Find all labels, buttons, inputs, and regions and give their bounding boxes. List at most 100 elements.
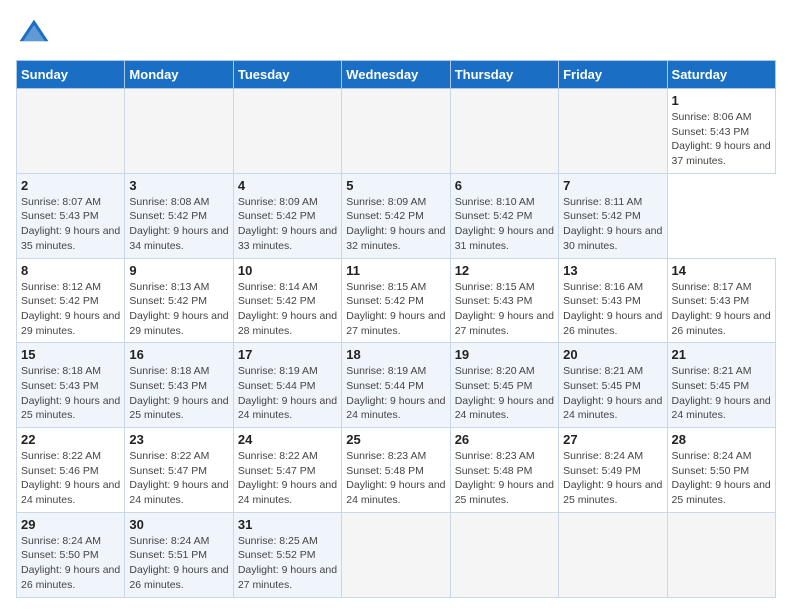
day-number: 10 <box>238 263 337 278</box>
day-info: Sunrise: 8:16 AMSunset: 5:43 PMDaylight:… <box>563 280 662 339</box>
day-number: 27 <box>563 432 662 447</box>
calendar-day: 31 Sunrise: 8:25 AMSunset: 5:52 PMDaylig… <box>233 512 341 597</box>
calendar-day: 9 Sunrise: 8:13 AMSunset: 5:42 PMDayligh… <box>125 258 233 343</box>
calendar-header-row: SundayMondayTuesdayWednesdayThursdayFrid… <box>17 61 776 89</box>
calendar-day: 23 Sunrise: 8:22 AMSunset: 5:47 PMDaylig… <box>125 428 233 513</box>
day-number: 29 <box>21 517 120 532</box>
calendar-day <box>559 512 667 597</box>
day-info: Sunrise: 8:15 AMSunset: 5:43 PMDaylight:… <box>455 280 554 339</box>
col-header-wednesday: Wednesday <box>342 61 450 89</box>
day-info: Sunrise: 8:19 AMSunset: 5:44 PMDaylight:… <box>346 364 445 423</box>
calendar-day: 21 Sunrise: 8:21 AMSunset: 5:45 PMDaylig… <box>667 343 775 428</box>
calendar-day: 17 Sunrise: 8:19 AMSunset: 5:44 PMDaylig… <box>233 343 341 428</box>
day-info: Sunrise: 8:07 AMSunset: 5:43 PMDaylight:… <box>21 195 120 254</box>
calendar-week-row: 1 Sunrise: 8:06 AMSunset: 5:43 PMDayligh… <box>17 89 776 174</box>
day-number: 12 <box>455 263 554 278</box>
calendar-day <box>450 512 558 597</box>
day-number: 18 <box>346 347 445 362</box>
day-info: Sunrise: 8:20 AMSunset: 5:45 PMDaylight:… <box>455 364 554 423</box>
calendar-day: 5 Sunrise: 8:09 AMSunset: 5:42 PMDayligh… <box>342 173 450 258</box>
day-number: 7 <box>563 178 662 193</box>
col-header-saturday: Saturday <box>667 61 775 89</box>
calendar-day: 1 Sunrise: 8:06 AMSunset: 5:43 PMDayligh… <box>667 89 775 174</box>
day-number: 9 <box>129 263 228 278</box>
calendar-day: 22 Sunrise: 8:22 AMSunset: 5:46 PMDaylig… <box>17 428 125 513</box>
calendar-day: 29 Sunrise: 8:24 AMSunset: 5:50 PMDaylig… <box>17 512 125 597</box>
day-number: 19 <box>455 347 554 362</box>
calendar-day: 25 Sunrise: 8:23 AMSunset: 5:48 PMDaylig… <box>342 428 450 513</box>
col-header-monday: Monday <box>125 61 233 89</box>
page-header <box>16 16 776 52</box>
day-number: 25 <box>346 432 445 447</box>
day-number: 13 <box>563 263 662 278</box>
calendar-day <box>667 512 775 597</box>
empty-cell <box>17 89 125 174</box>
day-info: Sunrise: 8:12 AMSunset: 5:42 PMDaylight:… <box>21 280 120 339</box>
day-info: Sunrise: 8:23 AMSunset: 5:48 PMDaylight:… <box>455 449 554 508</box>
col-header-friday: Friday <box>559 61 667 89</box>
empty-cell <box>342 89 450 174</box>
day-number: 17 <box>238 347 337 362</box>
logo <box>16 16 58 52</box>
day-info: Sunrise: 8:09 AMSunset: 5:42 PMDaylight:… <box>238 195 337 254</box>
calendar-day: 8 Sunrise: 8:12 AMSunset: 5:42 PMDayligh… <box>17 258 125 343</box>
col-header-tuesday: Tuesday <box>233 61 341 89</box>
day-number: 4 <box>238 178 337 193</box>
day-info: Sunrise: 8:22 AMSunset: 5:47 PMDaylight:… <box>129 449 228 508</box>
day-info: Sunrise: 8:14 AMSunset: 5:42 PMDaylight:… <box>238 280 337 339</box>
day-number: 3 <box>129 178 228 193</box>
day-info: Sunrise: 8:21 AMSunset: 5:45 PMDaylight:… <box>563 364 662 423</box>
calendar-day: 14 Sunrise: 8:17 AMSunset: 5:43 PMDaylig… <box>667 258 775 343</box>
day-number: 28 <box>672 432 771 447</box>
day-info: Sunrise: 8:13 AMSunset: 5:42 PMDaylight:… <box>129 280 228 339</box>
calendar-day: 18 Sunrise: 8:19 AMSunset: 5:44 PMDaylig… <box>342 343 450 428</box>
day-number: 30 <box>129 517 228 532</box>
calendar-day: 26 Sunrise: 8:23 AMSunset: 5:48 PMDaylig… <box>450 428 558 513</box>
day-info: Sunrise: 8:23 AMSunset: 5:48 PMDaylight:… <box>346 449 445 508</box>
day-number: 21 <box>672 347 771 362</box>
calendar-day: 19 Sunrise: 8:20 AMSunset: 5:45 PMDaylig… <box>450 343 558 428</box>
calendar-day: 6 Sunrise: 8:10 AMSunset: 5:42 PMDayligh… <box>450 173 558 258</box>
day-info: Sunrise: 8:21 AMSunset: 5:45 PMDaylight:… <box>672 364 771 423</box>
day-number: 24 <box>238 432 337 447</box>
calendar-day <box>342 512 450 597</box>
calendar-day: 2 Sunrise: 8:07 AMSunset: 5:43 PMDayligh… <box>17 173 125 258</box>
calendar-day: 30 Sunrise: 8:24 AMSunset: 5:51 PMDaylig… <box>125 512 233 597</box>
day-number: 22 <box>21 432 120 447</box>
day-info: Sunrise: 8:17 AMSunset: 5:43 PMDaylight:… <box>672 280 771 339</box>
empty-cell <box>450 89 558 174</box>
col-header-sunday: Sunday <box>17 61 125 89</box>
day-number: 6 <box>455 178 554 193</box>
day-number: 8 <box>21 263 120 278</box>
day-info: Sunrise: 8:06 AMSunset: 5:43 PMDaylight:… <box>672 110 771 169</box>
day-info: Sunrise: 8:22 AMSunset: 5:47 PMDaylight:… <box>238 449 337 508</box>
empty-cell <box>559 89 667 174</box>
day-number: 26 <box>455 432 554 447</box>
calendar-day: 10 Sunrise: 8:14 AMSunset: 5:42 PMDaylig… <box>233 258 341 343</box>
calendar-day: 11 Sunrise: 8:15 AMSunset: 5:42 PMDaylig… <box>342 258 450 343</box>
day-number: 11 <box>346 263 445 278</box>
calendar-day: 20 Sunrise: 8:21 AMSunset: 5:45 PMDaylig… <box>559 343 667 428</box>
day-info: Sunrise: 8:24 AMSunset: 5:51 PMDaylight:… <box>129 534 228 593</box>
calendar-day: 3 Sunrise: 8:08 AMSunset: 5:42 PMDayligh… <box>125 173 233 258</box>
calendar-week-row: 15 Sunrise: 8:18 AMSunset: 5:43 PMDaylig… <box>17 343 776 428</box>
calendar-day: 13 Sunrise: 8:16 AMSunset: 5:43 PMDaylig… <box>559 258 667 343</box>
logo-icon <box>16 16 52 52</box>
calendar-week-row: 29 Sunrise: 8:24 AMSunset: 5:50 PMDaylig… <box>17 512 776 597</box>
day-number: 20 <box>563 347 662 362</box>
day-info: Sunrise: 8:22 AMSunset: 5:46 PMDaylight:… <box>21 449 120 508</box>
calendar-day: 4 Sunrise: 8:09 AMSunset: 5:42 PMDayligh… <box>233 173 341 258</box>
calendar-table: SundayMondayTuesdayWednesdayThursdayFrid… <box>16 60 776 598</box>
day-info: Sunrise: 8:24 AMSunset: 5:49 PMDaylight:… <box>563 449 662 508</box>
day-number: 14 <box>672 263 771 278</box>
empty-cell <box>233 89 341 174</box>
day-info: Sunrise: 8:11 AMSunset: 5:42 PMDaylight:… <box>563 195 662 254</box>
calendar-day: 12 Sunrise: 8:15 AMSunset: 5:43 PMDaylig… <box>450 258 558 343</box>
day-number: 31 <box>238 517 337 532</box>
day-info: Sunrise: 8:25 AMSunset: 5:52 PMDaylight:… <box>238 534 337 593</box>
calendar-day: 7 Sunrise: 8:11 AMSunset: 5:42 PMDayligh… <box>559 173 667 258</box>
calendar-day: 24 Sunrise: 8:22 AMSunset: 5:47 PMDaylig… <box>233 428 341 513</box>
day-info: Sunrise: 8:24 AMSunset: 5:50 PMDaylight:… <box>21 534 120 593</box>
day-info: Sunrise: 8:18 AMSunset: 5:43 PMDaylight:… <box>129 364 228 423</box>
day-info: Sunrise: 8:15 AMSunset: 5:42 PMDaylight:… <box>346 280 445 339</box>
